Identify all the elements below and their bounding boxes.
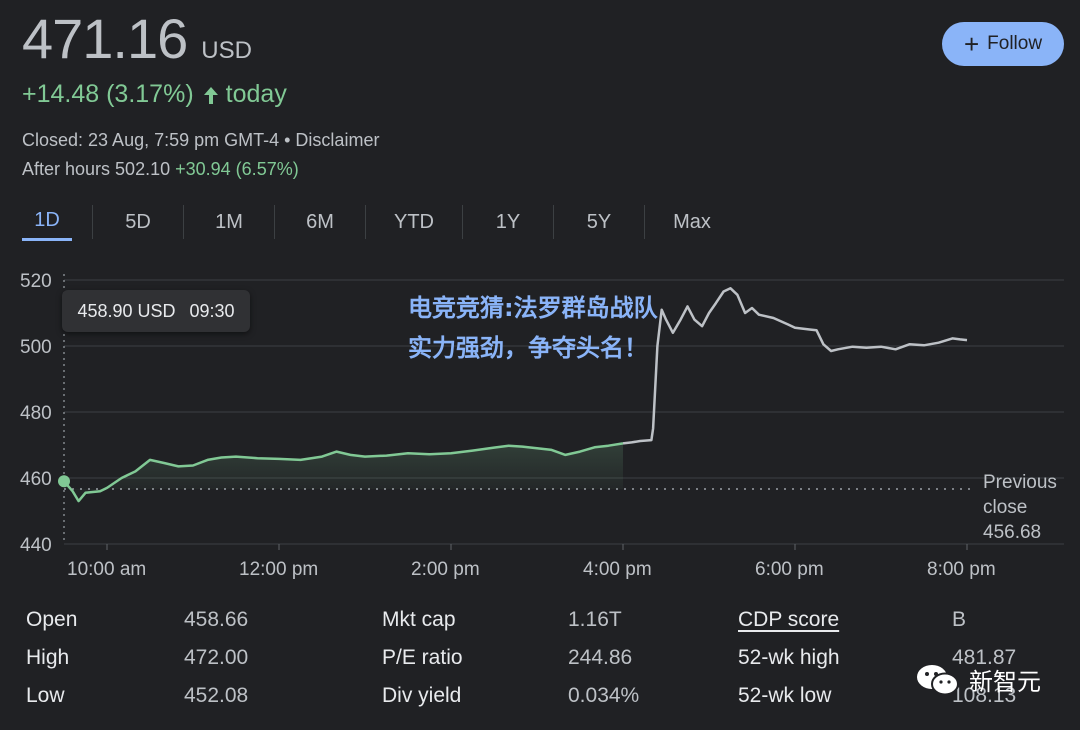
stat-value-cdp-score: B: [952, 608, 967, 631]
stat-value-pe-ratio: 244.86: [568, 646, 633, 669]
x-tick-label: 4:00 pm: [583, 559, 652, 580]
watermark: 新智元: [915, 662, 1041, 697]
tab-1y[interactable]: 1Y: [463, 205, 553, 240]
overlay-headline: 电竞竞猜:法罗群岛战队实力强劲，争夺头名！: [408, 294, 658, 362]
stat-label-open: Open: [26, 608, 78, 631]
stat-value-open: 458.66: [184, 608, 249, 631]
y-tick-label: 480: [20, 403, 52, 424]
tab-5d[interactable]: 5D: [93, 205, 183, 240]
stat-value-div-yield: 0.034%: [568, 684, 640, 707]
previous-close-line2: close: [983, 497, 1028, 518]
stat-value-high: 472.00: [184, 646, 249, 669]
tooltip-price: 458.90 USD: [77, 300, 176, 321]
market-meta: Closed: 23 Aug, 7:59 pm GMT-4 • Disclaim…: [22, 126, 379, 184]
currency-label: USD: [201, 37, 252, 64]
stat-label-52wk-low: 52-wk low: [738, 684, 832, 707]
tab-1m[interactable]: 1M: [184, 205, 274, 240]
arrow-up-icon: [203, 86, 218, 104]
after-hours-info: After hours 502.10 +30.94 (6.57%): [22, 155, 379, 184]
tooltip-time: 09:30: [189, 300, 235, 321]
change-suffix: today: [225, 80, 287, 108]
previous-close-line1: Previous: [983, 472, 1057, 493]
stat-value-low: 452.08: [184, 684, 249, 707]
hover-point: [58, 475, 70, 488]
y-tick-label: 440: [20, 535, 52, 556]
current-price: 471.16: [22, 7, 188, 70]
tab-6m[interactable]: 6M: [275, 205, 365, 240]
stat-label-div-yield: Div yield: [382, 684, 462, 707]
stat-label-high: High: [26, 646, 70, 669]
y-tick-label: 460: [20, 469, 52, 490]
tab-ytd[interactable]: YTD: [366, 205, 462, 240]
stat-label-pe-ratio: P/E ratio: [382, 646, 463, 669]
x-tick-label: 8:00 pm: [927, 559, 996, 580]
chart-tooltip: 458.90 USD 09:30: [62, 290, 250, 332]
watermark-text: 新智元: [969, 668, 1041, 696]
y-tick-label: 500: [20, 337, 52, 358]
stat-label-mkt-cap: Mkt cap: [382, 608, 456, 631]
follow-button[interactable]: + Follow: [942, 22, 1064, 66]
plus-icon: +: [963, 29, 980, 59]
tab-max[interactable]: Max: [645, 205, 739, 240]
cdp-score-link[interactable]: CDP score: [738, 608, 839, 632]
tab-1d[interactable]: 1D: [22, 203, 72, 241]
daily-change: +14.48 (3.17%) today: [22, 80, 287, 109]
x-tick-label: 6:00 pm: [755, 559, 824, 580]
previous-close-label: Previous close 456.68: [983, 470, 1057, 545]
x-tick-label: 12:00 pm: [239, 559, 318, 580]
stat-label-low: Low: [26, 684, 65, 707]
range-tabs: 1D 5D 1M 6M YTD 1Y 5Y Max: [22, 200, 739, 244]
follow-label: Follow: [987, 33, 1043, 54]
stat-label-52wk-high: 52-wk high: [738, 646, 840, 669]
stat-value-mkt-cap: 1.16T: [568, 608, 622, 631]
closed-info: Closed: 23 Aug, 7:59 pm GMT-4 • Disclaim…: [22, 130, 380, 150]
x-tick-label: 2:00 pm: [411, 559, 480, 580]
y-tick-label: 520: [20, 271, 52, 292]
previous-close-value: 456.68: [983, 522, 1042, 543]
tab-5y[interactable]: 5Y: [554, 205, 644, 240]
price-header: 471.16 USD: [22, 6, 252, 71]
after-hours-change: +30.94 (6.57%): [175, 159, 299, 179]
x-tick-label: 10:00 am: [67, 559, 146, 580]
after-hours-label: After hours 502.10: [22, 159, 171, 179]
wechat-icon: [917, 664, 959, 695]
change-value: +14.48 (3.17%): [22, 80, 194, 108]
